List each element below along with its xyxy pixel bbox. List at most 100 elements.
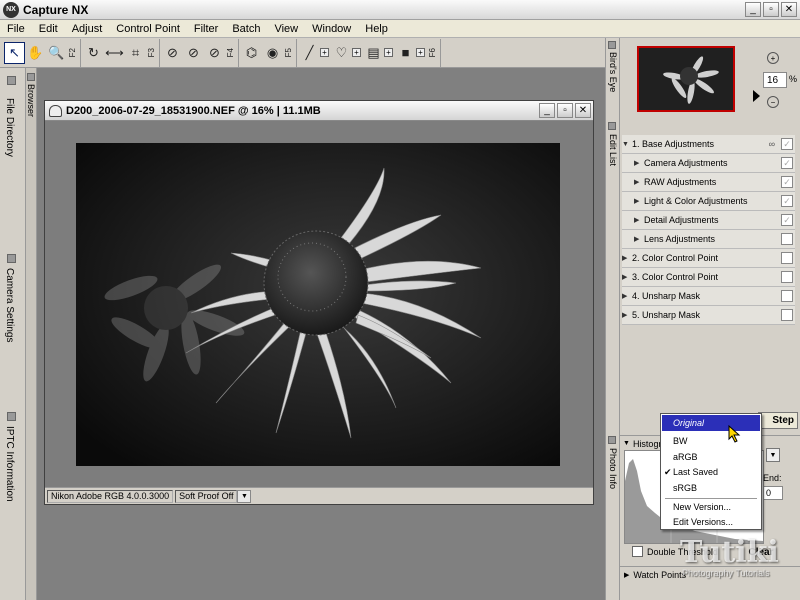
- tab-handle-icon[interactable]: [7, 412, 16, 421]
- double-threshold-checkbox[interactable]: [632, 546, 643, 557]
- birds-eye-preview[interactable]: [637, 46, 735, 112]
- tab-file-directory[interactable]: File Directory: [4, 98, 15, 157]
- expanded-arrow-icon[interactable]: ▼: [622, 141, 632, 148]
- minimize-button[interactable]: _: [745, 2, 761, 17]
- collapsed-arrow-icon[interactable]: ▶: [624, 571, 629, 579]
- close-button[interactable]: ✕: [781, 2, 797, 17]
- doc-minimize-button[interactable]: _: [539, 103, 555, 118]
- edit-step-checkbox[interactable]: [781, 290, 793, 302]
- neutral-control-point-icon[interactable]: ⊘: [183, 42, 204, 64]
- edit-step-checkbox[interactable]: ✓: [781, 214, 793, 226]
- edit-step-raw-adjustments[interactable]: ▶ RAW Adjustments ✓: [622, 173, 795, 192]
- edit-step-detail-adjustments[interactable]: ▶ Detail Adjustments ✓: [622, 211, 795, 230]
- edit-step-checkbox[interactable]: ✓: [781, 195, 793, 207]
- collapsed-arrow-icon[interactable]: ▶: [634, 178, 644, 186]
- black-control-point-icon[interactable]: ⊘: [162, 42, 183, 64]
- hand-tool-icon[interactable]: ✋: [25, 42, 46, 64]
- crop-tool-icon[interactable]: ⌗: [125, 42, 146, 64]
- edit-step-light-color-adjustments[interactable]: ▶ Light & Color Adjustments ✓: [622, 192, 795, 211]
- soft-proof-dropdown-icon[interactable]: ▼: [237, 489, 252, 503]
- document-title-bar[interactable]: D200_2006-07-29_18531900.NEF @ 16% | 11.…: [45, 101, 593, 121]
- tab-handle-icon[interactable]: [608, 436, 616, 444]
- brush-tool-icon[interactable]: ╱: [299, 42, 320, 64]
- straighten-tool-icon[interactable]: ⟷: [104, 42, 125, 64]
- tab-handle-icon[interactable]: [7, 254, 16, 263]
- rotate-tool-icon[interactable]: ↻: [83, 42, 104, 64]
- eye-tool-icon[interactable]: ◉: [262, 42, 283, 64]
- menu-help[interactable]: Help: [358, 23, 395, 35]
- collapsed-arrow-icon[interactable]: ▶: [622, 273, 632, 281]
- expanded-arrow-icon[interactable]: ▼: [623, 440, 630, 447]
- edit-step-checkbox[interactable]: [781, 271, 793, 283]
- edit-step-camera-adjustments[interactable]: ▶ Camera Adjustments ✓: [622, 154, 795, 173]
- edit-step-checkbox[interactable]: [781, 233, 793, 245]
- collapsed-arrow-icon[interactable]: ▶: [634, 197, 644, 205]
- tab-handle-icon[interactable]: [608, 122, 616, 130]
- edit-step-checkbox[interactable]: ✓: [781, 176, 793, 188]
- zoom-in-icon[interactable]: +: [767, 52, 779, 64]
- edit-step-color-control-point-2[interactable]: ▶ 2. Color Control Point: [622, 249, 795, 268]
- edit-step-color-control-point-3[interactable]: ▶ 3. Color Control Point: [622, 268, 795, 287]
- white-control-point-icon[interactable]: ⊘: [204, 42, 225, 64]
- menu-item-original[interactable]: Original: [662, 415, 760, 431]
- zoom-tool-icon[interactable]: 🔍: [46, 42, 67, 64]
- menu-item-last-saved[interactable]: ✔ Last Saved: [662, 464, 760, 480]
- doc-maximize-button[interactable]: ▫: [557, 103, 573, 118]
- collapsed-arrow-icon[interactable]: ▶: [634, 235, 644, 243]
- tab-edit-list[interactable]: Edit List: [608, 134, 618, 166]
- plus-icon[interactable]: +: [352, 48, 361, 57]
- menu-item-edit-versions[interactable]: Edit Versions...: [662, 514, 760, 530]
- plus-icon[interactable]: +: [384, 48, 393, 57]
- edit-step-unsharp-mask-4[interactable]: ▶ 4. Unsharp Mask: [622, 287, 795, 306]
- plus-icon[interactable]: +: [320, 48, 329, 57]
- fill-tool-icon[interactable]: ■: [395, 42, 416, 64]
- red-eye-tool-icon[interactable]: ⌬: [241, 42, 262, 64]
- tab-handle-icon[interactable]: [27, 73, 35, 81]
- tab-browser[interactable]: Browser: [26, 84, 36, 117]
- collapsed-arrow-icon[interactable]: ▶: [634, 159, 644, 167]
- menu-control-point[interactable]: Control Point: [109, 23, 187, 35]
- edit-step-checkbox[interactable]: [781, 252, 793, 264]
- tab-photo-info[interactable]: Photo Info: [608, 448, 618, 489]
- new-step-button[interactable]: Step: [758, 412, 798, 429]
- edit-step-checkbox[interactable]: ✓: [781, 138, 793, 150]
- image-canvas[interactable]: [45, 122, 593, 488]
- menu-view[interactable]: View: [267, 23, 305, 35]
- edit-step-label: 2. Color Control Point: [632, 253, 719, 263]
- menu-filter[interactable]: Filter: [187, 23, 225, 35]
- menu-edit[interactable]: Edit: [32, 23, 65, 35]
- tab-birds-eye[interactable]: Bird's Eye: [608, 52, 618, 92]
- menu-file[interactable]: File: [0, 23, 32, 35]
- edit-step-checkbox[interactable]: ✓: [781, 157, 793, 169]
- menu-item-bw[interactable]: BW: [662, 433, 760, 449]
- edit-step-unsharp-mask-5[interactable]: ▶ 5. Unsharp Mask: [622, 306, 795, 325]
- collapsed-arrow-icon[interactable]: ▶: [622, 254, 632, 262]
- collapsed-arrow-icon[interactable]: ▶: [634, 216, 644, 224]
- menu-window[interactable]: Window: [305, 23, 358, 35]
- collapsed-arrow-icon[interactable]: ▶: [622, 292, 632, 300]
- zoom-level-input[interactable]: 16: [763, 72, 787, 88]
- soft-proof-field[interactable]: Soft Proof Off: [175, 489, 238, 503]
- lasso-tool-icon[interactable]: ♡: [331, 42, 352, 64]
- menu-item-argb[interactable]: aRGB: [662, 449, 760, 465]
- channel-dropdown-icon[interactable]: ▼: [766, 448, 780, 462]
- edit-step-checkbox[interactable]: [781, 309, 793, 321]
- end-input[interactable]: 0: [763, 486, 783, 500]
- doc-close-button[interactable]: ✕: [575, 103, 591, 118]
- gradient-tool-icon[interactable]: ▤: [363, 42, 384, 64]
- tab-handle-icon[interactable]: [608, 41, 616, 49]
- collapsed-arrow-icon[interactable]: ▶: [622, 311, 632, 319]
- plus-icon[interactable]: +: [416, 48, 425, 57]
- tab-iptc-information[interactable]: IPTC Information: [4, 426, 15, 502]
- menu-adjust[interactable]: Adjust: [65, 23, 110, 35]
- edit-step-lens-adjustments[interactable]: ▶ Lens Adjustments: [622, 230, 795, 249]
- edit-step-base-adjustments[interactable]: ▼ 1. Base Adjustments ∞ ✓: [622, 135, 795, 154]
- menu-batch[interactable]: Batch: [225, 23, 267, 35]
- tab-handle-icon[interactable]: [7, 76, 16, 85]
- direct-select-tool-icon[interactable]: ↖: [4, 41, 25, 64]
- menu-item-new-version[interactable]: New Version...: [662, 499, 760, 515]
- menu-item-srgb[interactable]: sRGB: [662, 480, 760, 496]
- maximize-button[interactable]: ▫: [763, 2, 779, 17]
- zoom-out-icon[interactable]: −: [767, 96, 779, 108]
- tab-camera-settings[interactable]: Camera Settings: [4, 268, 15, 342]
